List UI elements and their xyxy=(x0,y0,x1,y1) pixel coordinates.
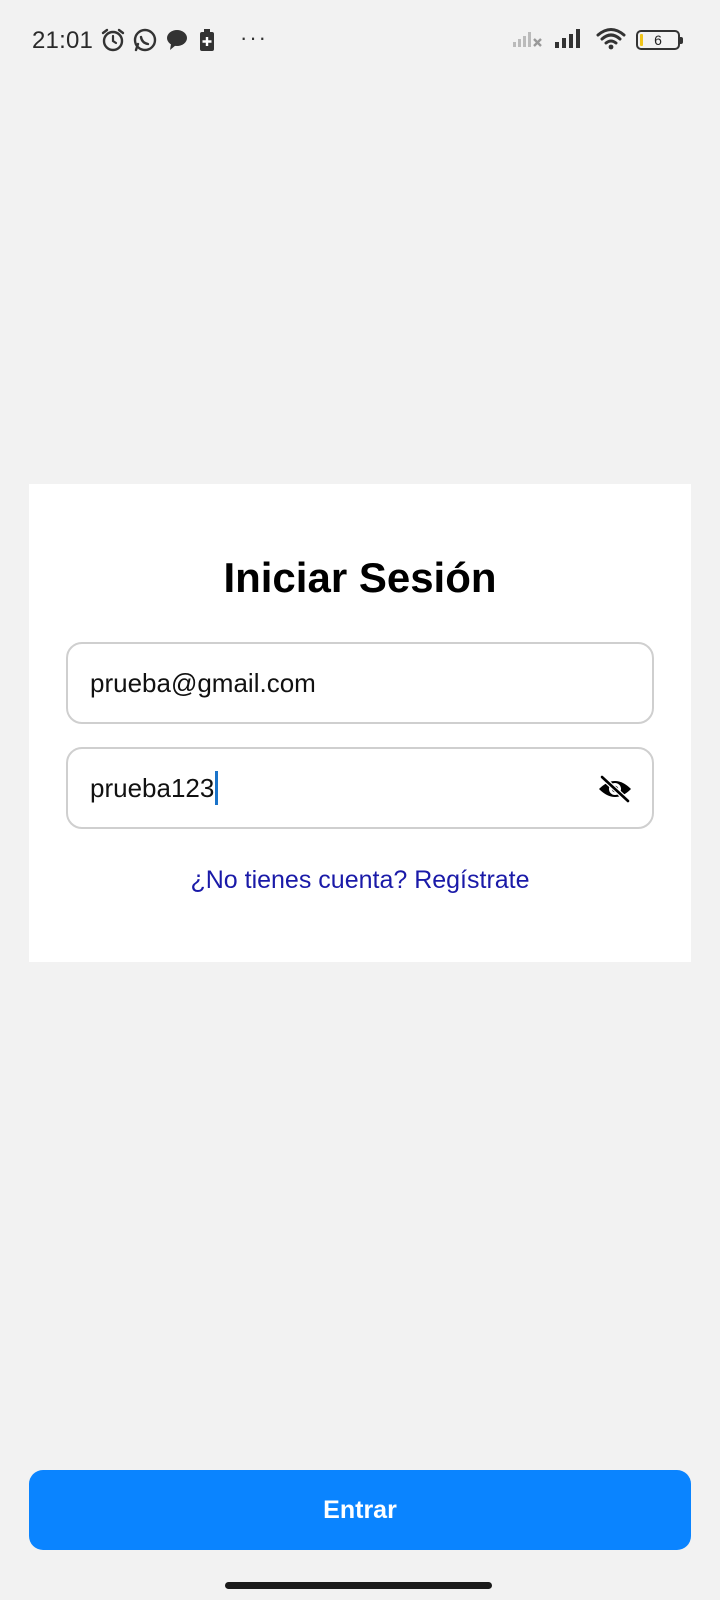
wifi-icon xyxy=(596,26,626,55)
system-status-icons: 6 xyxy=(512,26,683,55)
register-link[interactable]: ¿No tienes cuenta? Regístrate xyxy=(29,866,691,895)
battery-level: 6 xyxy=(654,32,662,48)
no-signal-icon xyxy=(512,27,544,54)
eye-off-icon[interactable] xyxy=(596,770,634,808)
login-button[interactable]: Entrar xyxy=(29,1470,691,1550)
battery-fill xyxy=(640,34,643,46)
signal-icon xyxy=(554,27,586,54)
email-value[interactable]: prueba@gmail.com xyxy=(90,644,316,722)
email-field[interactable]: prueba@gmail.com xyxy=(66,642,654,724)
password-value-wrapper[interactable]: prueba123 xyxy=(90,749,219,827)
battery-saver-icon xyxy=(196,27,218,53)
text-cursor xyxy=(215,771,219,806)
more-notifications-indicator: ··· xyxy=(240,25,268,50)
home-indicator[interactable] xyxy=(225,1582,492,1589)
password-value[interactable]: prueba123 xyxy=(90,773,214,803)
password-field[interactable]: prueba123 xyxy=(66,747,654,829)
battery-cap xyxy=(680,37,683,44)
chat-bubble-icon xyxy=(164,27,190,53)
alarm-icon xyxy=(100,27,126,53)
whatsapp-icon xyxy=(132,27,158,53)
notification-icons xyxy=(100,26,218,54)
battery-icon: 6 xyxy=(636,30,683,50)
status-bar: 21:01 ··· 6 xyxy=(0,0,720,84)
status-time: 21:01 xyxy=(32,27,94,54)
login-card: Iniciar Sesión prueba@gmail.com prueba12… xyxy=(29,484,691,962)
page-title: Iniciar Sesión xyxy=(223,554,497,601)
